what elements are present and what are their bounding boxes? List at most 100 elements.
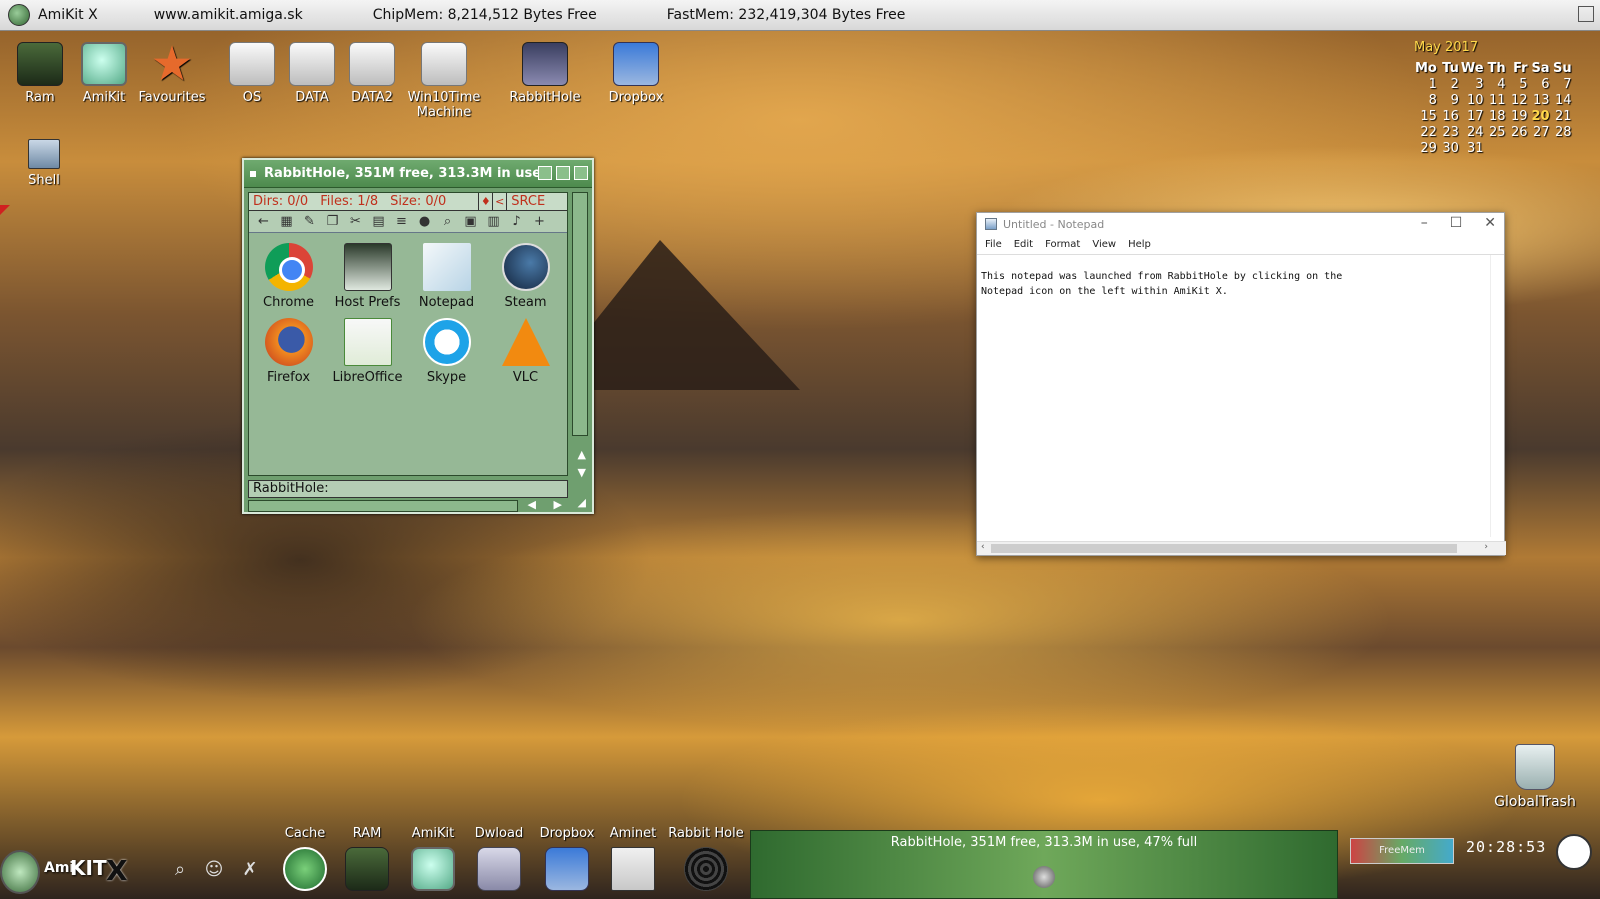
iconify-gadget-icon[interactable] xyxy=(538,166,552,180)
menu-file[interactable]: File xyxy=(985,239,1002,250)
desktop-icon-rabbithole[interactable]: RabbitHole xyxy=(505,42,585,105)
close-gadget-icon[interactable] xyxy=(250,170,256,177)
desktop-icon-dropbox[interactable]: Dropbox xyxy=(596,42,676,105)
calendar-title: May 2017 xyxy=(1414,40,1479,55)
app-firefox[interactable]: Firefox xyxy=(249,318,328,385)
owl-icon[interactable]: ☺ xyxy=(202,859,226,883)
scroll-thumb[interactable] xyxy=(991,544,1457,553)
desktop-icon-favourites[interactable]: ★ Favourites xyxy=(132,40,212,105)
amikit-brand[interactable]: Ami KIT X xyxy=(0,846,140,899)
chipmem-readout: ChipMem: 8,214,512 Bytes Free xyxy=(372,7,597,23)
spiral-icon xyxy=(684,847,728,891)
dock-app-aminet[interactable]: Aminet xyxy=(596,826,670,891)
desktop-icon-win10timemachine[interactable]: Win10Time Machine xyxy=(404,42,484,120)
scroll-left-icon[interactable]: ‹ xyxy=(981,542,985,552)
app-title: AmiKit X xyxy=(38,7,98,23)
size-count: Size: 0/0 xyxy=(390,194,447,209)
notepad-text-area[interactable]: This notepad was launched from RabbitHol… xyxy=(981,269,1481,299)
icons-view-icon[interactable]: ▥ xyxy=(485,214,502,229)
list-icon[interactable]: ≡ xyxy=(393,214,410,229)
vertical-scrollbar[interactable] xyxy=(572,192,588,436)
scroll-down-icon[interactable]: ▼ xyxy=(578,466,586,479)
scroll-right-icon[interactable]: ▶ xyxy=(554,498,562,511)
dock-bar: Ami KIT X ⌕ ☺ ✗ Cache RAM AmiKit Dwload … xyxy=(0,826,1600,899)
horizontal-scrollbar[interactable] xyxy=(248,500,518,512)
close-icon[interactable]: ✕ xyxy=(1484,215,1496,231)
top-menu-bar[interactable]: AmiKit X www.amikit.amiga.sk ChipMem: 8,… xyxy=(0,0,1600,31)
desktop-icon-data2[interactable]: DATA2 xyxy=(332,42,412,105)
app-steam[interactable]: Steam xyxy=(486,243,565,310)
edit-icon[interactable]: ✎ xyxy=(301,214,318,229)
dock-app-dropbox[interactable]: Dropbox xyxy=(530,826,604,891)
desktop-icon-shell[interactable]: Shell xyxy=(14,139,74,188)
menu-format[interactable]: Format xyxy=(1045,239,1080,250)
add-icon[interactable]: + xyxy=(531,214,548,229)
copy-icon[interactable]: ❐ xyxy=(324,214,341,229)
menu-edit[interactable]: Edit xyxy=(1014,239,1033,250)
grid-icon[interactable]: ▦ xyxy=(278,214,295,229)
back-icon[interactable]: ← xyxy=(255,214,272,229)
comment-icon[interactable]: ● xyxy=(416,214,433,229)
dock-app-rabbit-hole[interactable]: Rabbit Hole xyxy=(664,826,748,891)
calendar-day: 31 xyxy=(1467,140,1484,156)
lock-icon[interactable]: ♦ xyxy=(478,192,492,211)
menu-view[interactable]: View xyxy=(1092,239,1116,250)
app-libreoffice[interactable]: LibreOffice xyxy=(328,318,407,385)
calendar-day: 8 xyxy=(1428,92,1437,108)
scroll-up-icon[interactable]: ▲ xyxy=(578,448,586,461)
app-host-prefs[interactable]: Host Prefs xyxy=(328,243,407,310)
notepad-titlebar[interactable]: Untitled - Notepad – ☐ ✕ xyxy=(977,213,1504,235)
menu-help[interactable]: Help xyxy=(1128,239,1151,250)
download-icon xyxy=(477,847,521,891)
depth-gadget-icon[interactable] xyxy=(574,166,588,180)
tools-icon[interactable]: ✗ xyxy=(238,859,262,883)
scroll-left-icon[interactable]: ◀ xyxy=(528,498,536,511)
zoom-gadget-icon[interactable] xyxy=(556,166,570,180)
desktop-icon-globaltrash[interactable]: GlobalTrash xyxy=(1490,744,1580,810)
screen-depth-icon[interactable] xyxy=(1578,6,1594,22)
gear-icon xyxy=(1033,866,1055,888)
minimize-icon[interactable]: – xyxy=(1421,215,1428,231)
paste-icon[interactable]: ▤ xyxy=(370,214,387,229)
app-chrome[interactable]: Chrome xyxy=(249,243,328,310)
app-skype[interactable]: Skype xyxy=(407,318,486,385)
cut-icon[interactable]: ✂ xyxy=(347,214,364,229)
resize-handle-icon[interactable]: ◢ xyxy=(578,496,586,509)
calendar-day: 9 xyxy=(1450,92,1459,108)
rabbithole-title: RabbitHole, 351M free, 313.3M in use xyxy=(264,166,542,181)
calendar-day-header: Mo xyxy=(1415,61,1437,76)
calendar-day: 13 xyxy=(1533,92,1550,108)
notepad-window[interactable]: Untitled - Notepad – ☐ ✕ File Edit Forma… xyxy=(976,212,1506,556)
search-icon[interactable]: ⌕ xyxy=(439,214,456,229)
calendar-day: 24 xyxy=(1467,124,1484,140)
info-icon[interactable]: ▣ xyxy=(462,214,479,229)
notepad-menubar: File Edit Format View Help xyxy=(977,235,1504,255)
app-notepad[interactable]: Notepad xyxy=(407,243,486,310)
calendar-day: 21 xyxy=(1555,108,1572,124)
maximize-icon[interactable]: ☐ xyxy=(1450,215,1463,231)
vlc-icon xyxy=(501,318,550,366)
rabbithole-window[interactable]: RabbitHole, 351M free, 313.3M in use Dir… xyxy=(242,158,594,514)
calendar-day: 28 xyxy=(1555,124,1572,140)
search-icon[interactable]: ⌕ xyxy=(168,859,192,883)
sound-icon[interactable]: ♪ xyxy=(508,214,525,229)
calendar-day: 27 xyxy=(1533,124,1550,140)
dock-app-amikit[interactable]: AmiKit xyxy=(396,826,470,891)
source-button[interactable]: SRCE xyxy=(506,192,549,211)
lister-path-field[interactable]: RabbitHole: xyxy=(248,480,568,498)
rabbithole-titlebar[interactable]: RabbitHole, 351M free, 313.3M in use xyxy=(244,160,592,188)
calendar-day: 1 xyxy=(1428,76,1437,92)
volume-info-panel[interactable]: RabbitHole, 351M free, 313.3M in use, 47… xyxy=(750,830,1338,899)
scroll-right-icon[interactable]: › xyxy=(1484,542,1488,552)
amikit-logo-icon[interactable] xyxy=(8,4,30,26)
dock-app-dwload[interactable]: Dwload xyxy=(462,826,536,891)
digital-clock: 20:28:53 xyxy=(1466,838,1547,856)
notepad-vertical-scrollbar[interactable] xyxy=(1490,255,1504,537)
dock-app-ram[interactable]: RAM xyxy=(330,826,404,891)
left-arrow-icon[interactable]: < xyxy=(492,192,506,211)
notepad-horizontal-scrollbar[interactable]: ‹ › xyxy=(977,541,1506,555)
volume-info-text: RabbitHole, 351M free, 313.3M in use, 47… xyxy=(890,835,1198,850)
rabbithole-lister[interactable]: Dirs: 0/0 Files: 1/8 Size: 0/0 ♦ < SRCE … xyxy=(248,192,568,476)
app-vlc[interactable]: VLC xyxy=(486,318,565,385)
calendar-day: 25 xyxy=(1489,124,1506,140)
